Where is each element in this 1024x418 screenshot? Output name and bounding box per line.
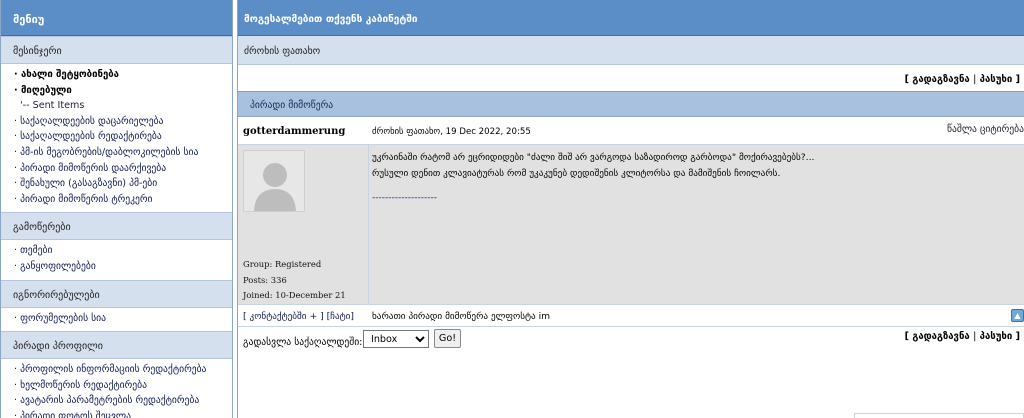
author-posts: Posts: 336 <box>243 274 287 285</box>
sidebar-list: · პროფილის ინფორმაციის რედაქტირება · ხელმ… <box>1 359 232 418</box>
sidebar-item[interactable]: · პირადი მიმოწერის დაარქივება <box>14 161 232 177</box>
post-date: ძროხის ფათახო, 19 Dec 2022, 20:55 <box>372 127 531 137</box>
sidebar-item[interactable]: · განყოფილებები <box>14 259 232 275</box>
pm-section-title: პირადი მიმოწერა <box>238 91 1024 117</box>
sidebar-item[interactable]: · შენახული (გასაგზავნი) პმ-ები <box>14 176 232 192</box>
sidebar-title: მენიუ <box>1 0 232 36</box>
sidebar-list: · თემები · განყოფილებები <box>1 240 232 279</box>
message-line: უკრაინაში რატომ არ ეცრიდიდები "ძალი შიშ … <box>372 152 815 163</box>
sidebar-list: · ახალი შეტყობინება · მიღებული '-- Sent It… <box>1 64 232 212</box>
author-info: Group: Registered Posts: 336 Joined: 10-… <box>243 257 346 304</box>
sidebar-section-title: იგნორირებულები <box>1 279 232 308</box>
sidebar-item[interactable]: · ავატარის პარამეტრების რედაქტირება <box>14 393 232 409</box>
sidebar-item[interactable]: · ფორუმელების სია <box>14 311 232 327</box>
forward-link[interactable]: გადაგზავნა <box>912 331 969 342</box>
page-subtitle: ძროხის ფათახო <box>238 36 1024 65</box>
move-folder-label: გადასვლა საქაღალდეში: <box>243 337 363 348</box>
sidebar-item[interactable]: '-- Sent Items <box>14 98 232 114</box>
sidebar-section-title: გამოწერები <box>1 212 232 241</box>
author-joined: Joined: 10-December 21 <box>243 290 346 301</box>
sidebar-item[interactable]: · მიღებული <box>14 83 232 99</box>
author-group: Group: Registered <box>243 259 322 269</box>
post-header: gotterdammerung ძროხის ფათახო, 19 Dec 20… <box>238 117 1024 145</box>
sidebar-item[interactable]: · საქაღალდეების რედაქტირება <box>14 129 232 145</box>
folder-select[interactable]: Inbox <box>363 330 429 348</box>
sidebar-item[interactable]: · პმ-ის მეგობრების/დაბლოკილების სია <box>14 145 232 161</box>
message-text: უკრაინაში რატომ არ ეცრიდიდები "ძალი შიშ … <box>372 150 814 181</box>
default-avatar-icon <box>243 150 305 212</box>
reply-link[interactable]: პასუხი <box>980 331 1013 342</box>
post-body: Group: Registered Posts: 336 Joined: 10-… <box>238 145 1024 305</box>
footer-box <box>854 413 1024 418</box>
author-column: Group: Registered Posts: 336 Joined: 10-… <box>238 145 369 305</box>
reply-link[interactable]: პასუხი <box>980 74 1013 85</box>
folder-nav: გადასვლა საქაღალდეში: Inbox Go! [ გადაგზ… <box>238 327 1024 357</box>
contact-chat-links[interactable]: [ კონტაქტებში + ] [ჩატი] <box>243 311 354 322</box>
top-actions: [ გადაგზავნა | პასუხი ] <box>238 65 1024 91</box>
sidebar-section-title: პირადი პროფილი <box>1 331 232 360</box>
sidebar-item[interactable]: · საქაღალდეების დაცარიელება <box>14 114 232 130</box>
page-title: მოგესალმებით თქვენს კაბინეტში <box>238 0 1024 36</box>
main-panel: მოგესალმებით თქვენს კაბინეტში ძროხის ფათ… <box>237 0 1024 418</box>
forward-link[interactable]: გადაგზავნა <box>912 74 969 85</box>
sidebar-item[interactable]: · პირადი ფოტოს შეცვლა <box>14 409 232 418</box>
sidebar-item[interactable]: · პროფილის ინფორმაციის რედაქტირება <box>14 362 232 378</box>
sidebar-item[interactable]: · პირადი მიმოწერის ტრეკერი <box>14 192 232 208</box>
go-button[interactable]: Go! <box>434 329 461 348</box>
sidebar-item[interactable]: · თემები <box>14 243 232 259</box>
sidebar-sections: მესინჯერი · ახალი შეტყობინება · მიღებული '-… <box>1 36 232 418</box>
post-author[interactable]: gotterdammerung <box>243 126 345 137</box>
sidebar-item[interactable]: · ხელმოწერის რედაქტირება <box>14 378 232 394</box>
sidebar-item[interactable]: · ახალი შეტყობინება <box>14 67 232 83</box>
scroll-top-icon[interactable]: ▲ <box>1011 309 1024 322</box>
message-line: რუსული დენით კლავიატურას რომ უკაკუნებ დე… <box>372 167 781 179</box>
signature-divider: -------------------- <box>372 193 437 203</box>
sidebar: მენიუ მესინჯერი · ახალი შეტყობინება · მიღე… <box>0 0 233 418</box>
bottom-action-links: [ გადაგზავნა | პასუხი ] <box>904 331 1020 342</box>
post-tools[interactable]: წაშლა ციტირება <box>947 124 1024 135</box>
post-footer: [ კონტაქტებში + ] [ჩატი] ხარათი პირადი მ… <box>238 305 1024 327</box>
sidebar-section-title: მესინჯერი <box>1 36 232 64</box>
action-links: [ გადაგზავნა | პასუხი ] <box>904 74 1020 85</box>
sidebar-list: · ფორუმელების სია <box>1 308 232 332</box>
contact-status: ხარათი პირადი მიმოწერა ელფოსტა im <box>372 311 551 322</box>
